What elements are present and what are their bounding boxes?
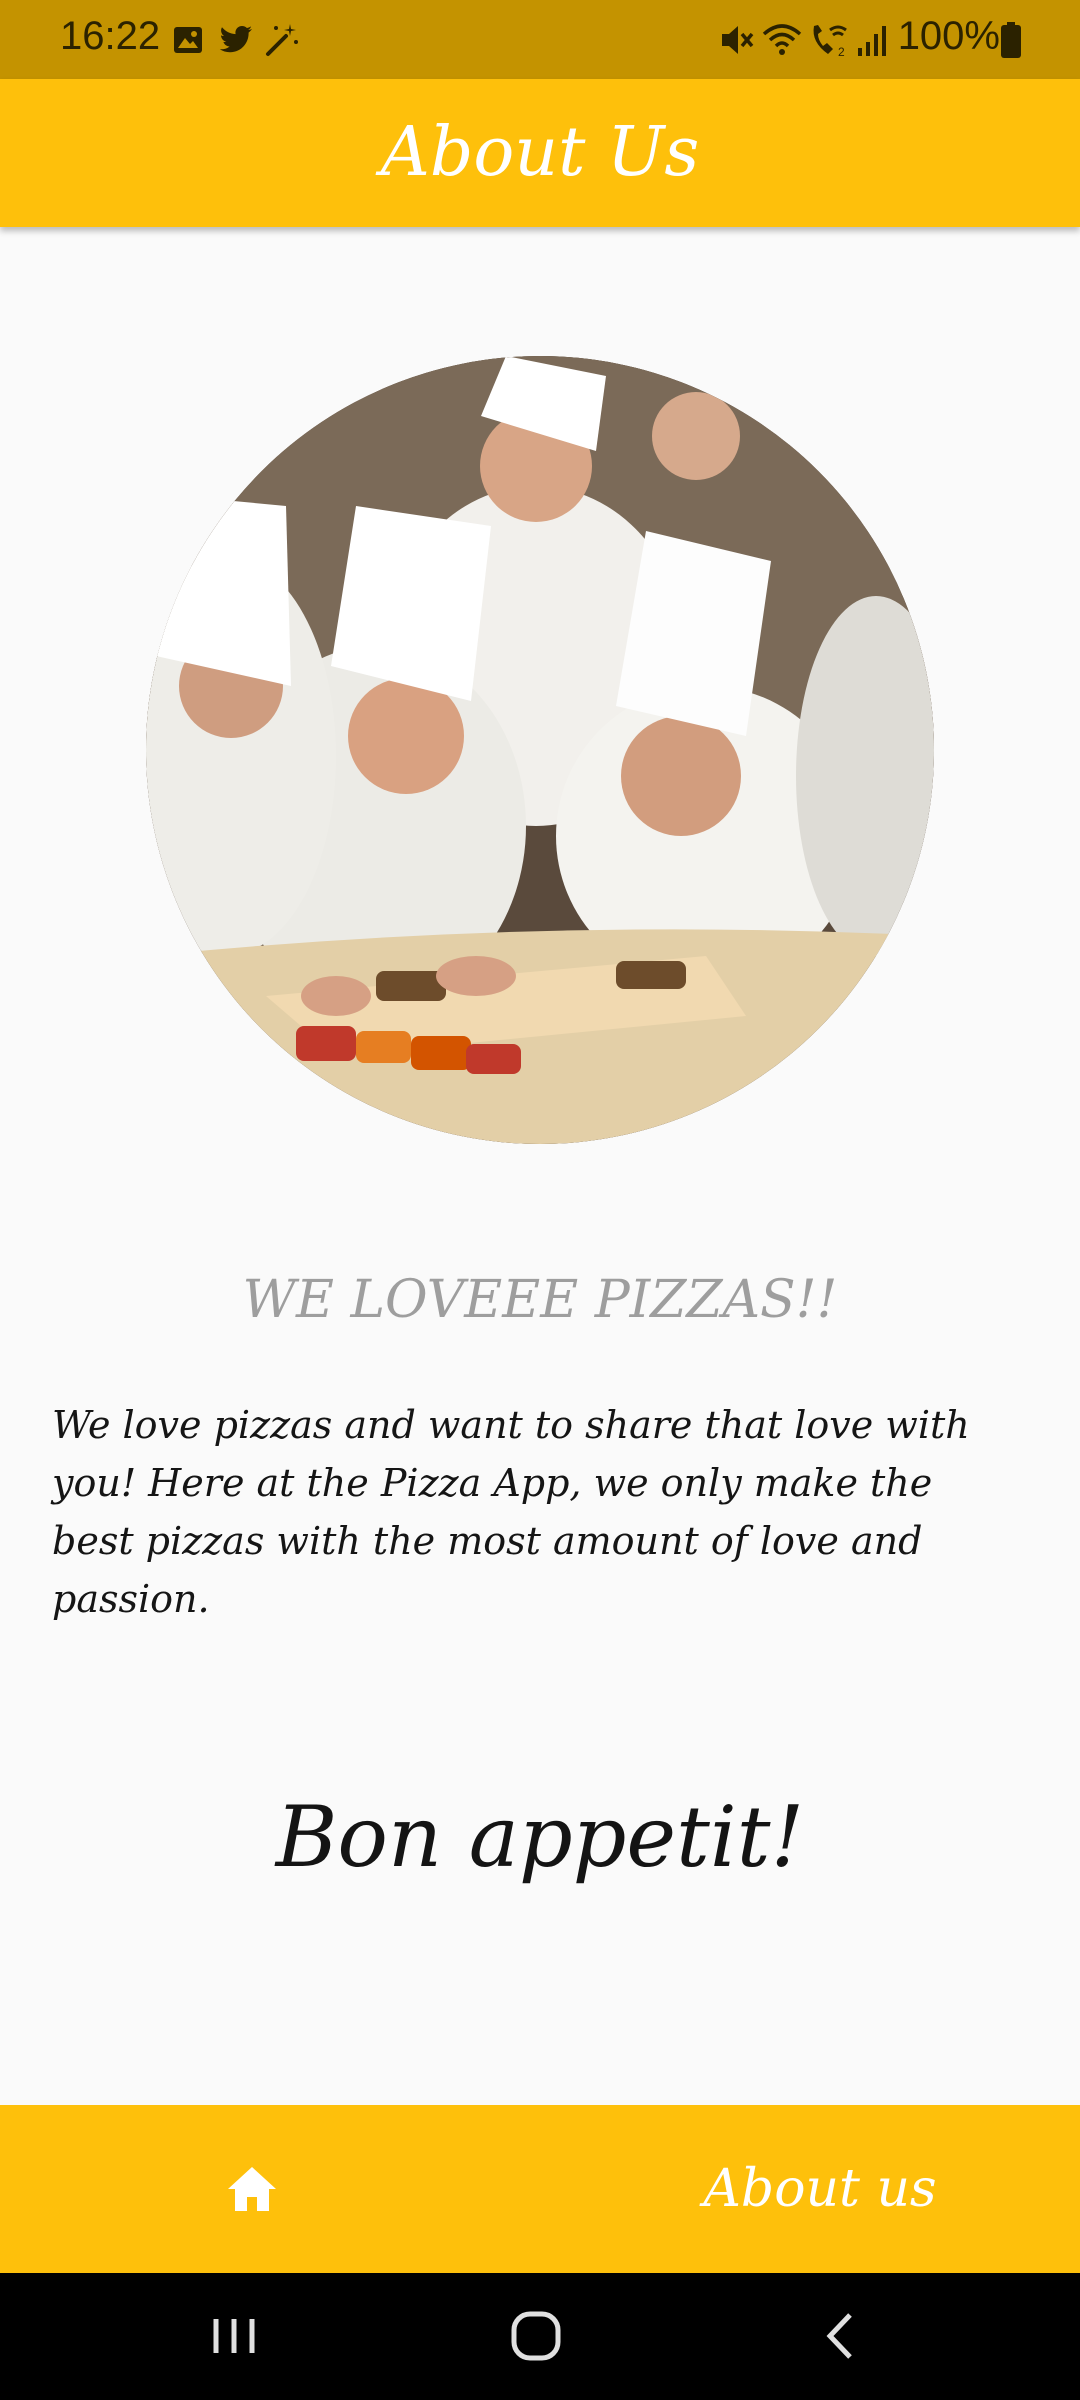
back-icon[interactable] bbox=[800, 2301, 880, 2371]
nav-home-tab[interactable] bbox=[0, 2105, 500, 2273]
chefs-illustration bbox=[146, 356, 934, 1144]
home-circle-icon[interactable] bbox=[496, 2301, 576, 2371]
bottom-navigation: About us bbox=[0, 2105, 1080, 2273]
description-text: We love pizzas and want to share that lo… bbox=[52, 1403, 970, 1621]
nav-about-tab[interactable]: About us bbox=[560, 2105, 1080, 2273]
twitter-icon bbox=[219, 26, 252, 53]
wifi-icon bbox=[762, 24, 802, 55]
mute-icon bbox=[722, 26, 754, 54]
signoff-text: Bon appetit! bbox=[275, 1788, 805, 1886]
chefs-hero-image bbox=[146, 356, 934, 1144]
battery-icon bbox=[1001, 22, 1021, 58]
battery-percent: 100% bbox=[897, 14, 1000, 58]
svg-text:2: 2 bbox=[838, 45, 845, 58]
headline: WE LOVEEE PIZZAS!! bbox=[242, 1270, 838, 1330]
signal-icon bbox=[858, 26, 886, 56]
page-title: About Us bbox=[380, 113, 700, 192]
recent-apps-icon[interactable] bbox=[194, 2301, 274, 2371]
home-icon bbox=[228, 2167, 276, 2211]
status-bar: 16:22 2 100% bbox=[0, 0, 1080, 79]
wifi-calling-icon: 2 bbox=[813, 25, 847, 58]
image-icon bbox=[174, 27, 202, 53]
system-navigation-bar bbox=[0, 2273, 1080, 2400]
status-time: 16:22 bbox=[60, 14, 161, 58]
magic-wand-icon bbox=[266, 24, 298, 56]
app-bar: About Us bbox=[0, 79, 1080, 227]
